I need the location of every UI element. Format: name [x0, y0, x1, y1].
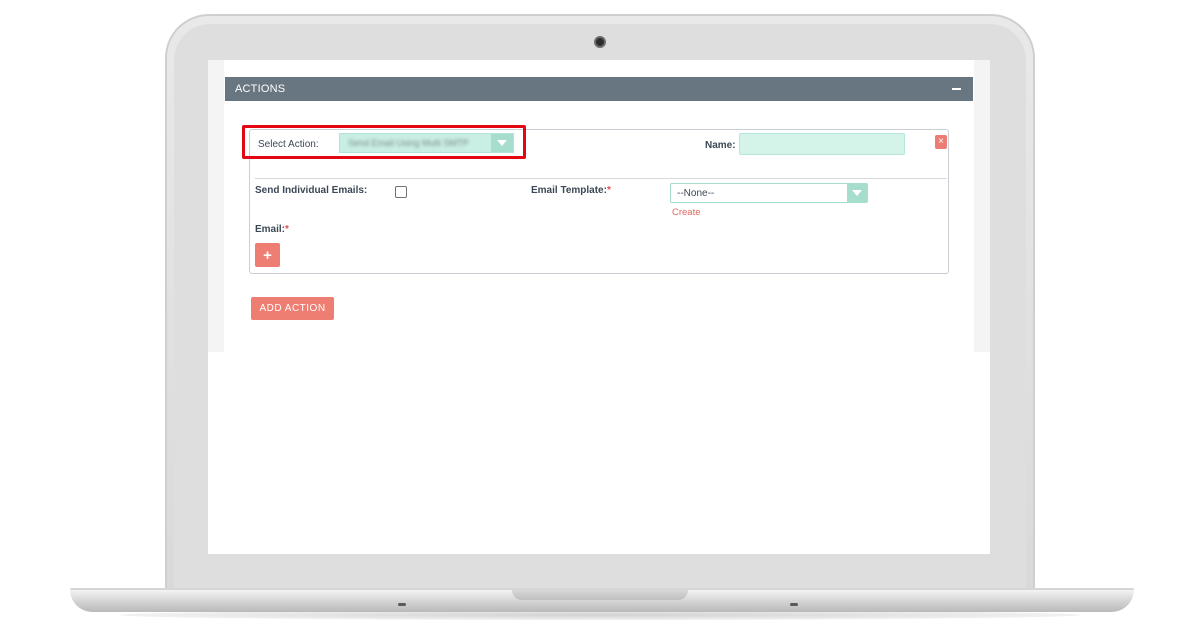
chevron-down-icon[interactable]	[847, 184, 867, 202]
laptop-foot-left	[398, 603, 406, 606]
close-icon[interactable]: ×	[935, 135, 947, 149]
laptop-screen: ACTIONS Select Action: Send Email Using …	[208, 60, 990, 554]
select-action-label: Select Action:	[258, 139, 319, 150]
laptop-notch	[512, 590, 688, 600]
required-mark: *	[606, 185, 611, 196]
select-action-dropdown[interactable]: Send Email Using Multi SMTP	[339, 133, 514, 153]
create-template-link[interactable]: Create	[672, 207, 701, 218]
screen-margin-left	[208, 60, 224, 352]
name-input[interactable]	[739, 133, 905, 155]
actions-panel: ACTIONS Select Action: Send Email Using …	[225, 77, 973, 352]
select-action-value: Send Email Using Multi SMTP	[348, 138, 469, 148]
email-template-select[interactable]: --None--	[670, 183, 868, 203]
send-individual-label: Send Individual Emails:	[255, 185, 368, 196]
panel-title: ACTIONS	[235, 83, 286, 95]
screen-margin-right	[974, 60, 990, 352]
email-template-label: Email Template:*	[531, 185, 611, 196]
email-label: Email:*	[255, 224, 289, 235]
minus-icon[interactable]	[952, 88, 961, 90]
row-divider	[255, 178, 947, 179]
chevron-down-icon[interactable]	[491, 134, 513, 152]
email-label-text: Email:	[255, 224, 286, 235]
name-label: Name:	[705, 140, 736, 151]
plus-icon: +	[263, 246, 272, 264]
required-mark: *	[285, 224, 289, 235]
add-email-button[interactable]: +	[255, 243, 280, 267]
camera-icon	[594, 36, 606, 48]
email-template-label-text: Email Template:	[531, 185, 607, 196]
add-action-button[interactable]: ADD ACTION	[251, 297, 334, 320]
laptop-foot-right	[790, 603, 798, 606]
actions-panel-header[interactable]: ACTIONS	[225, 77, 973, 101]
send-individual-checkbox[interactable]	[395, 186, 407, 198]
email-template-value: --None--	[677, 187, 715, 199]
